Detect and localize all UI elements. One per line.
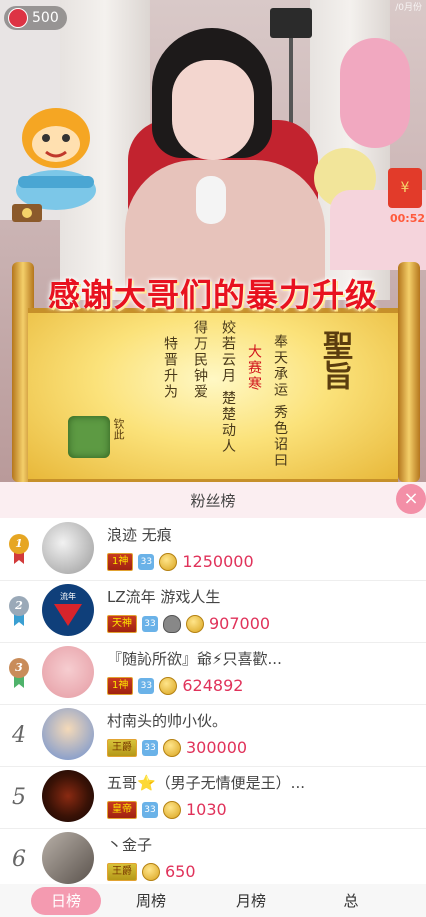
coin-icon: [159, 552, 178, 571]
fan-badges: 皇帝 33 1030: [107, 800, 227, 819]
live-stream-video: 500 /0月份 ¥ 00:52 感谢大哥们的暴力升级 聖旨 奉天承运 秀色诏曰…: [0, 0, 426, 482]
fan-row[interactable]: 1 浪迹 无痕 1神 33 1250000: [0, 518, 426, 581]
level-badge: 33: [142, 801, 158, 818]
ranking-tabs: 日榜 周榜 月榜 总: [0, 884, 426, 917]
fan-name: 『随訫所欲』爺⚡只喜歡...: [107, 650, 282, 668]
pink-plush-toy: [340, 38, 410, 148]
fan-name: 丶金子: [107, 836, 153, 854]
avatar[interactable]: [42, 708, 94, 760]
noble-badge: 1神: [107, 676, 134, 695]
viewer-count-pill[interactable]: 500: [4, 6, 67, 30]
viewer-count: 500: [32, 10, 59, 26]
floor-lamp: [270, 8, 312, 38]
red-envelope-icon: ¥: [400, 180, 410, 196]
medal-number: 3: [9, 658, 29, 678]
avatar[interactable]: 流年: [42, 584, 94, 636]
fan-badges: 1神 33 624892: [107, 676, 243, 695]
tab-monthly[interactable]: 月榜: [201, 890, 301, 911]
noble-badge: 天神: [107, 614, 137, 633]
level-badge: 33: [138, 677, 155, 694]
contribution-value: 1030: [186, 800, 227, 819]
rank-number: 4: [12, 722, 26, 748]
rank-number: 6: [12, 846, 26, 872]
medal-number: 2: [9, 596, 29, 616]
edict-line-4: 得万民钟爱: [192, 320, 208, 400]
guard-shield-icon: [163, 614, 181, 633]
rank-number: 5: [12, 784, 26, 810]
edict-seal-text: 钦此: [112, 418, 125, 440]
coin-icon: [186, 614, 204, 633]
rank-medal-bronze: 3: [8, 656, 30, 690]
close-button[interactable]: ×: [396, 484, 426, 514]
streamer-face: [172, 60, 254, 160]
coin-icon: [163, 800, 181, 819]
corner-text: /0月份: [395, 3, 422, 13]
noble-badge: 王爵: [107, 738, 137, 757]
panel-header: 粉丝榜 ×: [0, 482, 426, 518]
coin-icon: [163, 738, 181, 757]
edict-line-5: 特晋升为: [162, 336, 178, 400]
contribution-value: 907000: [209, 614, 271, 633]
panel-title: 粉丝榜: [190, 491, 236, 510]
gift-banner-title: 感谢大哥们的暴力升级: [47, 276, 378, 314]
coin-icon: [142, 862, 160, 881]
avatar[interactable]: [42, 522, 94, 574]
tab-total[interactable]: 总: [301, 890, 401, 911]
fan-row[interactable]: 2 流年 LZ流年 游戏人生 天神 33 907000: [0, 580, 426, 643]
fan-name: 五哥⭐（男子无情便是王）...: [107, 774, 305, 792]
fan-row[interactable]: 4 村南头的帅小伙。 王爵 33 300000: [0, 704, 426, 767]
fan-row[interactable]: 3 『随訫所欲』爺⚡只喜歡... 1神 33 624892: [0, 642, 426, 705]
host-avatar: [8, 8, 28, 28]
fan-badges: 天神 33 907000: [107, 614, 270, 633]
fan-badges: 1神 33 1250000: [107, 552, 254, 571]
svg-text:流年: 流年: [60, 591, 76, 601]
coin-icon: [159, 676, 178, 695]
edict-line-3: 姣若云月 楚楚动人: [220, 320, 236, 455]
monkey-mascot-icon[interactable]: [8, 98, 104, 224]
avatar[interactable]: [42, 646, 94, 698]
fan-badges: 王爵 33 300000: [107, 738, 247, 757]
fan-badges: 王爵 650: [107, 862, 196, 881]
fan-ranking-panel: 粉丝榜 × 1 浪迹 无痕 1神 33 1250000 2 流年 LZ流年 游戏…: [0, 482, 426, 917]
contribution-value: 650: [165, 862, 196, 881]
contribution-value: 1250000: [182, 552, 254, 571]
rank-medal-gold: 1: [8, 532, 30, 566]
fan-name: LZ流年 游戏人生: [107, 588, 221, 606]
fan-name: 浪迹 无痕: [107, 526, 172, 544]
level-badge: 33: [142, 739, 158, 756]
contribution-value: 624892: [182, 676, 244, 695]
avatar[interactable]: [42, 832, 94, 884]
fan-row[interactable]: 5 五哥⭐（男子无情便是王）... 皇帝 33 1030: [0, 766, 426, 829]
noble-badge: 王爵: [107, 862, 137, 881]
level-badge: 33: [138, 553, 155, 570]
level-badge: 33: [142, 615, 158, 632]
fan-row[interactable]: 6 丶金子 王爵 650: [0, 828, 426, 890]
white-glove: [196, 176, 226, 224]
edict-line-1: 奉天承运 秀色诏曰: [272, 334, 288, 469]
tab-daily[interactable]: 日榜: [31, 886, 101, 915]
noble-badge: 1神: [107, 552, 134, 571]
noble-badge: 皇帝: [107, 800, 137, 819]
red-envelope-timer: 00:52: [390, 212, 426, 225]
tab-weekly[interactable]: 周榜: [101, 890, 201, 911]
contribution-value: 300000: [186, 738, 248, 757]
jade-seal-icon: [68, 416, 110, 458]
superman-logo-icon: 流年: [54, 591, 82, 626]
fan-name: 村南头的帅小伙。: [107, 712, 228, 730]
edict-heading: 聖旨: [317, 330, 352, 390]
medal-number: 1: [9, 534, 29, 554]
edict-line-2: 大赛寒: [246, 344, 262, 392]
rank-medal-silver: 2: [8, 594, 30, 628]
avatar[interactable]: [42, 770, 94, 822]
red-envelope-button[interactable]: ¥: [388, 168, 422, 208]
